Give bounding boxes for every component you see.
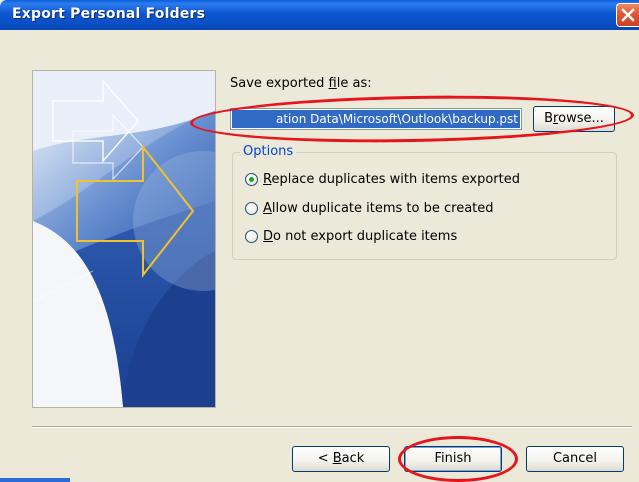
save-label-suffix: ile as: [336,76,372,91]
wizard-artwork [32,70,216,408]
window-title: Export Personal Folders [12,6,206,22]
radio-donot-text: o not export duplicate items [273,229,458,244]
cancel-button[interactable]: Cancel [526,446,624,472]
radio-dot-icon [249,177,254,182]
finish-button[interactable]: Finish [404,446,502,472]
arrow-graphic-icon [33,71,215,407]
back-label-mnemonic: B [332,451,342,466]
radio-donot-label: Do not export duplicate items [263,229,457,245]
browse-button[interactable]: Browse... [533,106,615,132]
file-path-input[interactable]: ation Data\Microsoft\Outlook\backup.pst [230,108,522,130]
back-label-prefix: < [317,451,333,466]
back-label-suffix: ack [341,451,365,466]
browse-label-suffix: owse... [558,111,604,126]
save-label-prefix: Save exported [230,76,329,91]
radio-allow-text: llow duplicate items to be created [271,201,494,216]
browse-label-prefix: B [544,111,554,126]
radio-replace-label: Replace duplicates with items exported [263,172,520,188]
options-legend: Options [240,144,297,159]
radio-replace-text: eplace duplicates with items exported [271,172,520,187]
radio-button-selected[interactable] [245,173,258,186]
file-path-selected-text: ation Data\Microsoft\Outlook\backup.pst [232,110,520,128]
radio-allow-label: Allow duplicate items to be created [263,201,494,217]
radio-allow-mnemonic: A [263,201,272,216]
close-icon [621,8,635,22]
save-file-label: Save exported file as: [230,76,372,91]
export-dialog: Export Personal Folders Save exported fi… [0,0,639,482]
footer-separator [32,426,632,428]
title-bar[interactable]: Export Personal Folders [0,0,639,30]
radio-button[interactable] [245,202,258,215]
radio-donot-mnemonic: D [263,229,274,244]
back-button[interactable]: < Back [292,446,390,472]
close-button[interactable] [616,3,639,27]
radio-button[interactable] [245,230,258,243]
save-label-mnemonic: f [328,76,337,91]
taskbar-strip [0,478,70,482]
